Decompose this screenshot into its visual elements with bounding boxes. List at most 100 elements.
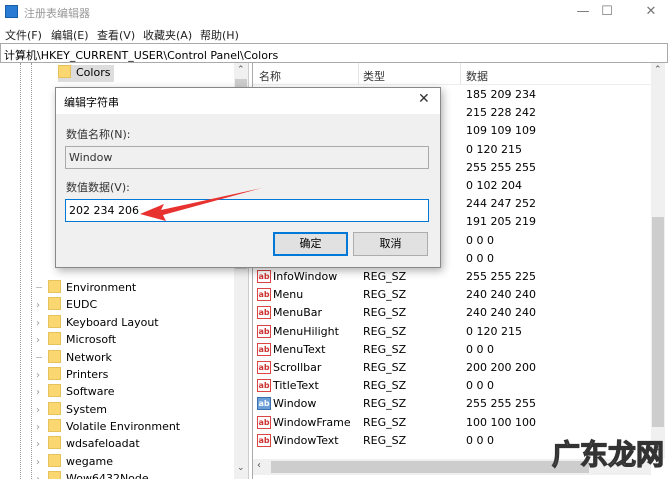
chevron-right-icon[interactable]: › <box>36 405 48 416</box>
chevron-right-icon[interactable]: › <box>36 474 48 479</box>
menu-favorites[interactable]: 收藏夹(A) <box>143 27 192 43</box>
value-data: 255 255 225 <box>466 270 536 283</box>
scroll-left-icon[interactable]: ‹ <box>257 460 261 471</box>
value-data: 0 0 0 <box>466 251 494 265</box>
value-type: REG_SZ <box>363 379 407 393</box>
list-row[interactable]: ab MenuBar REG_SZ 240 240 240 <box>257 304 647 322</box>
value-data: 109 109 109 <box>466 124 536 138</box>
tree-item-colors[interactable]: Colors <box>58 65 115 82</box>
value-type: REG_SZ <box>363 288 407 302</box>
scroll-up-icon[interactable]: ⌃ <box>654 65 662 75</box>
folder-icon <box>48 384 61 397</box>
value-type: REG_SZ <box>363 306 407 320</box>
list-scrollbar[interactable]: ⌃ ⌄ <box>651 63 665 459</box>
tree-item-label: Colors <box>76 66 111 79</box>
window-title: 注册表编辑器 <box>24 7 90 20</box>
maximize-button[interactable]: ☐ <box>590 2 624 22</box>
address-bar[interactable]: 计算机\HKEY_CURRENT_USER\Control Panel\Colo… <box>0 43 668 63</box>
folder-icon <box>48 315 61 328</box>
close-button[interactable]: ✕ <box>634 2 668 22</box>
ok-button[interactable]: 确定 <box>273 232 348 256</box>
list-row[interactable]: ab Scrollbar REG_SZ 200 200 200 <box>257 359 647 377</box>
list-row[interactable]: ab Menu REG_SZ 240 240 240 <box>257 286 647 304</box>
tree-item-label: Volatile Environment <box>66 420 181 433</box>
list-hscroll-thumb[interactable] <box>271 461 589 473</box>
value-name: InfoWindow <box>273 270 338 283</box>
list-row[interactable]: ab TitleText REG_SZ 0 0 0 <box>257 377 647 395</box>
tree-item[interactable]: › Software <box>36 384 115 401</box>
chevron-right-icon[interactable]: › <box>36 387 48 398</box>
value-name: MenuHilight <box>273 324 339 338</box>
tree-item[interactable]: › Wow6432Node <box>36 471 149 479</box>
folder-icon <box>58 65 71 78</box>
tree-item[interactable]: › EUDC <box>36 297 97 314</box>
chevron-right-icon[interactable]: › <box>36 300 48 311</box>
tree-item[interactable]: › wdsafeloadat <box>36 436 140 453</box>
folder-icon <box>48 350 61 363</box>
tree-connector: ┄ <box>36 353 43 364</box>
value-data: 0 120 215 <box>466 142 522 156</box>
menu-view[interactable]: 查看(V) <box>97 27 135 43</box>
chevron-right-icon[interactable]: › <box>36 422 48 433</box>
tree-item[interactable]: › System <box>36 402 107 419</box>
tree-item[interactable]: › Volatile Environment <box>36 419 180 436</box>
folder-icon <box>48 332 61 345</box>
tree-item-label: Wow6432Node <box>66 472 149 479</box>
value-name: Menu <box>273 288 304 302</box>
string-value-icon: ab <box>257 361 271 374</box>
folder-icon <box>48 402 61 415</box>
list-scroll-thumb[interactable] <box>652 217 664 427</box>
chevron-right-icon[interactable]: › <box>36 370 48 381</box>
tree-item-label: Environment <box>66 281 137 294</box>
tree-item[interactable]: › wegame <box>36 454 113 471</box>
folder-icon <box>48 471 61 479</box>
menu-file[interactable]: 文件(F) <box>5 27 42 43</box>
menu-edit[interactable]: 编辑(E) <box>51 27 89 43</box>
tree-item-label: wegame <box>66 455 113 468</box>
list-header: 名称 类型 数据 <box>253 63 651 85</box>
value-type: REG_SZ <box>363 415 407 429</box>
tree-item[interactable]: ┄ Network <box>36 350 112 367</box>
dialog-close-icon[interactable]: ✕ <box>418 91 430 107</box>
menu-bar: 文件(F) 编辑(E) 查看(V) 收藏夹(A) 帮助(H) <box>0 24 672 44</box>
value-data: 185 209 234 <box>466 88 536 101</box>
chevron-right-icon[interactable]: › <box>36 439 48 450</box>
folder-icon <box>48 367 61 380</box>
tree-item[interactable]: › Microsoft <box>36 332 116 349</box>
scroll-up-icon[interactable]: ⌃ <box>237 65 245 75</box>
column-type[interactable]: 类型 <box>363 68 385 84</box>
value-name: MenuText <box>273 342 326 356</box>
chevron-right-icon[interactable]: › <box>36 318 48 329</box>
string-value-icon: ab <box>257 433 271 447</box>
tree-item-label: Microsoft <box>66 333 117 346</box>
cancel-button[interactable]: 取消 <box>353 232 428 256</box>
value-name: Window <box>273 397 317 411</box>
tree-item[interactable]: ┄ Environment <box>36 280 136 297</box>
menu-help[interactable]: 帮助(H) <box>200 27 239 43</box>
value-data: 255 255 255 <box>466 160 536 174</box>
tree-connector: ┄ <box>36 283 43 294</box>
string-value-icon: ab <box>257 379 271 393</box>
column-name[interactable]: 名称 <box>259 68 281 84</box>
value-name-label: 数值名称(N): <box>66 128 131 141</box>
list-row[interactable]: ab InfoWindow REG_SZ 255 255 225 <box>257 268 647 286</box>
dialog-title: 编辑字符串 <box>64 96 119 109</box>
column-data[interactable]: 数据 <box>466 68 488 84</box>
list-row[interactable]: ab WindowFrame REG_SZ 100 100 100 <box>257 414 647 432</box>
tree-item[interactable]: › Keyboard Layout <box>36 315 159 332</box>
list-row[interactable]: ab MenuText REG_SZ 0 0 0 <box>257 341 647 359</box>
value-data: 0 0 0 <box>466 233 494 247</box>
list-row[interactable]: ab MenuHilight REG_SZ 0 120 215 <box>257 323 647 341</box>
string-value-icon: ab <box>257 324 271 338</box>
tree-item[interactable]: › Printers <box>36 367 108 384</box>
list-row[interactable]: ab Window REG_SZ 255 255 255 <box>257 395 647 413</box>
value-data: 215 228 242 <box>466 106 536 120</box>
scroll-down-icon[interactable]: ⌄ <box>237 463 245 473</box>
tree-item-label: System <box>66 403 108 416</box>
chevron-right-icon[interactable]: › <box>36 457 48 468</box>
value-name-field: Window <box>65 146 429 169</box>
tree-item-label: Printers <box>66 368 109 381</box>
value-data: 0 120 215 <box>466 324 522 338</box>
chevron-right-icon[interactable]: › <box>36 335 48 346</box>
value-data: 244 247 252 <box>466 197 536 211</box>
